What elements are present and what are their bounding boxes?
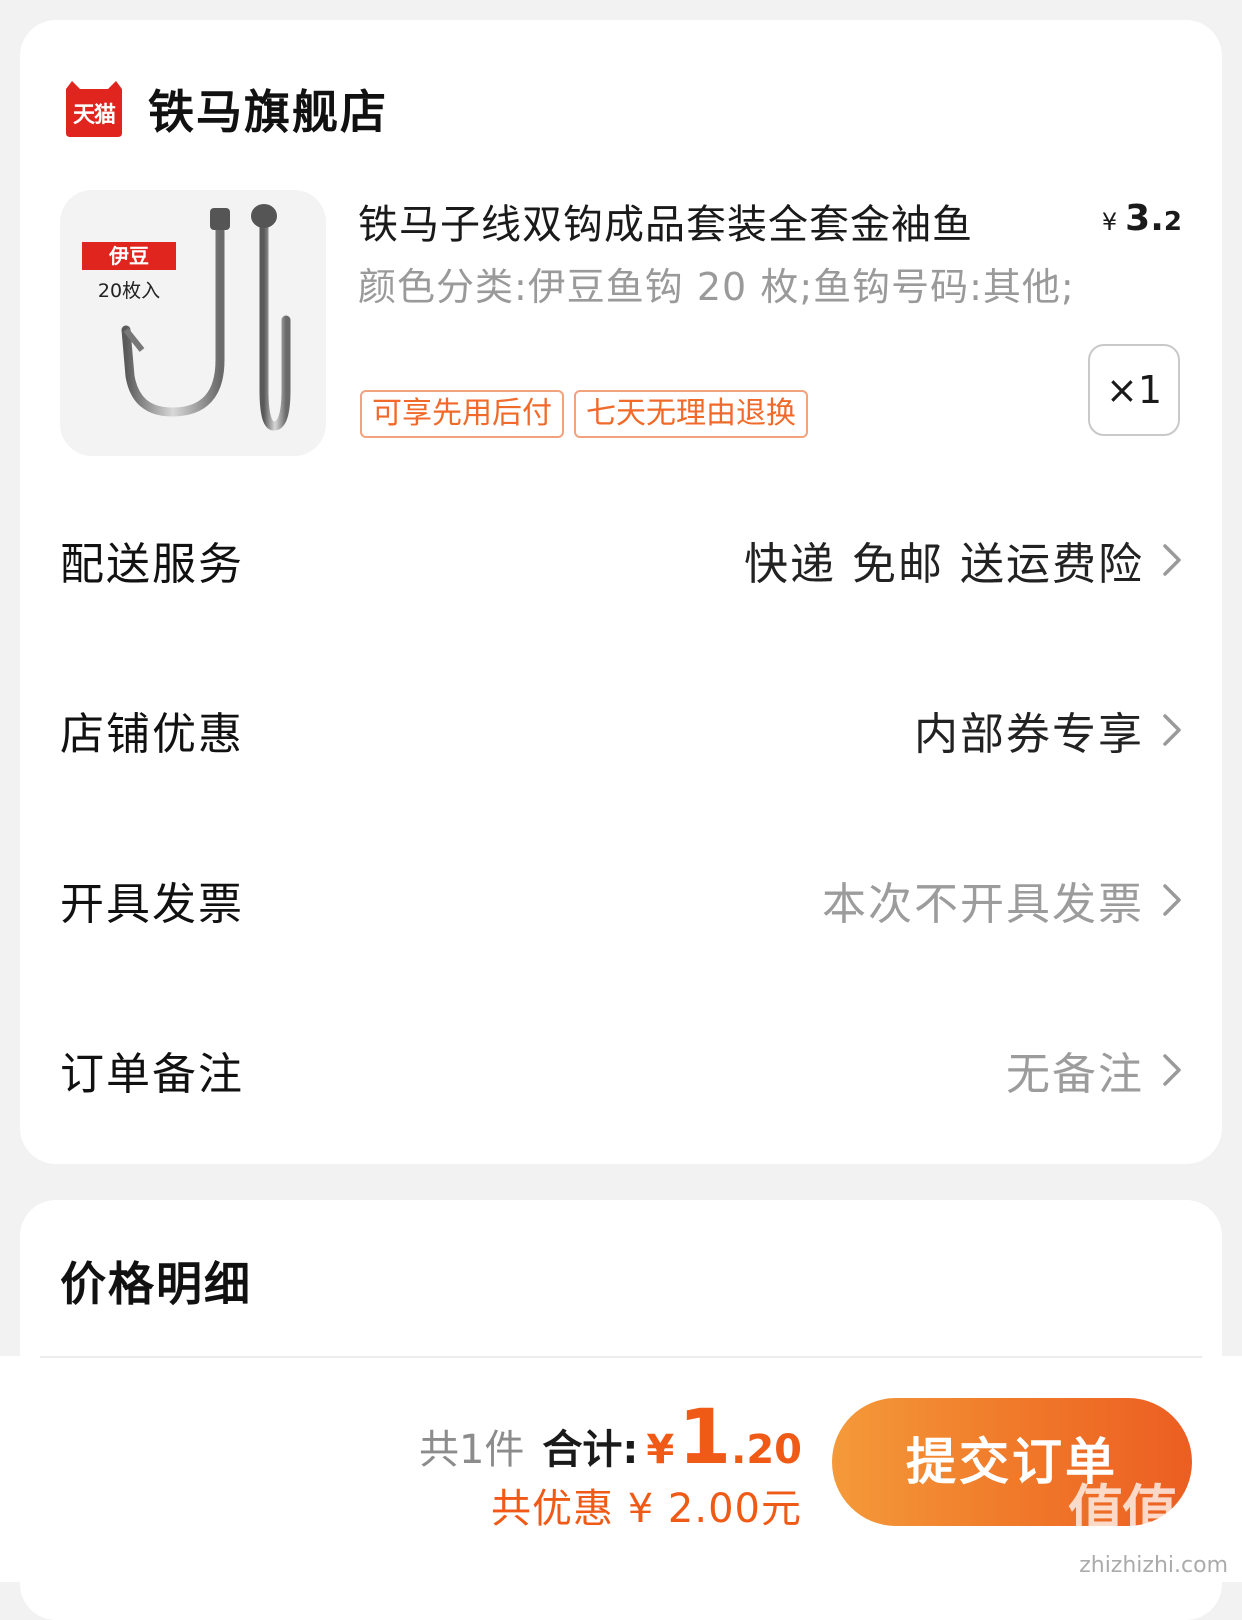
row-label-note: 订单备注 — [60, 1049, 244, 1100]
product-image[interactable]: 伊豆 20枚入 — [60, 190, 326, 456]
item-count: 共1件 — [418, 1427, 525, 1473]
fish-hook-image — [121, 204, 291, 431]
tmall-logo: 天猫 — [60, 81, 128, 137]
product-price: ¥3.2 — [1102, 198, 1182, 239]
row-value-invoice: 本次不开具发票 — [822, 879, 1144, 930]
row-delivery[interactable]: 配送服务 快递 免邮 送运费险 — [60, 520, 1182, 600]
total-label: 合计: — [542, 1427, 639, 1473]
tag-seven-day-return: 七天无理由退换 — [574, 390, 808, 438]
thumb-badge: 伊豆 — [82, 242, 176, 270]
row-store-coupon[interactable]: 店铺优惠 内部券专享 — [60, 690, 1182, 770]
price-currency: ¥ — [1101, 208, 1118, 236]
row-label-invoice: 开具发票 — [60, 879, 244, 930]
total-dec: .20 — [731, 1427, 802, 1473]
price-int: 3. — [1125, 198, 1164, 239]
row-value-note: 无备注 — [1006, 1049, 1144, 1100]
price-detail-title: 价格明细 — [60, 1257, 252, 1311]
chevron-right-icon — [1163, 884, 1181, 916]
chevron-right-icon — [1163, 714, 1181, 746]
store-header[interactable]: 天猫 铁马旗舰店 — [60, 76, 388, 142]
total-currency: ¥ — [646, 1427, 675, 1473]
row-label-coupon: 店铺优惠 — [60, 709, 244, 760]
service-tags: 可享先用后付 七天无理由退换 — [360, 390, 818, 438]
discount-summary: 共优惠 ¥ 2.00元 — [491, 1486, 802, 1532]
chevron-right-icon — [1163, 544, 1181, 576]
divider — [40, 1356, 1202, 1358]
total-amount: ¥1.20 — [646, 1392, 802, 1481]
store-name[interactable]: 铁马旗舰店 — [148, 76, 388, 142]
thumb-sub: 20枚入 — [97, 280, 161, 302]
checkout-bar: 共1件 合计: ¥1.20 共优惠 ¥ 2.00元 提交订单 值值值 zhizh… — [0, 1356, 1242, 1582]
product-spec[interactable]: 颜色分类:伊豆鱼钩 20 枚;鱼钩号码:其他; — [358, 258, 1078, 316]
row-value-coupon: 内部券专享 — [914, 709, 1144, 760]
row-label-delivery: 配送服务 — [60, 539, 244, 590]
chevron-right-icon — [1163, 1054, 1181, 1086]
total-int: 1 — [678, 1392, 732, 1481]
row-value-delivery: 快递 免邮 送运费险 — [744, 539, 1144, 590]
order-card: 天猫 铁马旗舰店 伊豆 20枚入 铁马子线双钩成品套装全套金袖鱼 ¥3.2 颜色… — [20, 20, 1222, 1164]
tag-pay-later: 可享先用后付 — [360, 390, 564, 438]
price-dec: 2 — [1163, 207, 1182, 237]
row-order-note[interactable]: 订单备注 无备注 — [60, 1030, 1182, 1110]
row-invoice[interactable]: 开具发票 本次不开具发票 — [60, 860, 1182, 940]
product-title[interactable]: 铁马子线双钩成品套装全套金袖鱼 — [358, 192, 1058, 250]
watermark: 值值值 — [1068, 1480, 1232, 1545]
watermark-url: zhizhizhi.com — [1079, 1553, 1228, 1578]
order-total: 共1件 合计: ¥1.20 — [419, 1392, 802, 1481]
quantity-button[interactable]: ×1 — [1088, 344, 1180, 436]
